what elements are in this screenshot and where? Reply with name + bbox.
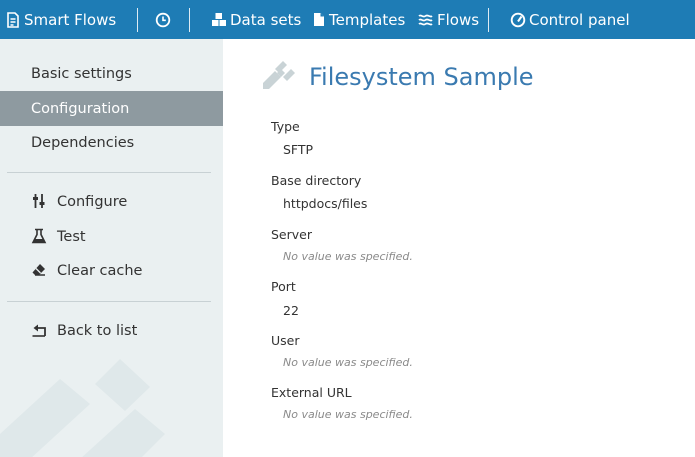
sidebar-tab-basic-settings[interactable]: Basic settings bbox=[0, 56, 223, 91]
nav-templates[interactable]: Templates bbox=[313, 0, 405, 39]
nav-separator bbox=[137, 8, 138, 32]
field-label-user: User bbox=[271, 333, 300, 348]
nav-data-sets[interactable]: Data sets bbox=[211, 0, 301, 39]
field-value-base-directory: httpdocs/files bbox=[283, 196, 368, 211]
sidebar: Basic settings Configuration Dependencie… bbox=[0, 39, 223, 457]
main-content: Filesystem Sample Type SFTP Base directo… bbox=[223, 39, 695, 457]
nav-separator bbox=[488, 8, 489, 32]
page-header: Filesystem Sample bbox=[259, 57, 534, 97]
nav-templates-label: Templates bbox=[329, 10, 406, 29]
nav-smart-flows[interactable]: Smart Flows bbox=[6, 0, 116, 39]
field-empty-server: No value was specified. bbox=[283, 250, 413, 263]
file-icon bbox=[313, 12, 325, 27]
nav-smart-flows-label: Smart Flows bbox=[24, 10, 117, 29]
sidebar-tab-label: Configuration bbox=[31, 100, 130, 117]
sidebar-tab-dependencies[interactable]: Dependencies bbox=[0, 125, 223, 160]
nav-control-panel-label: Control panel bbox=[529, 10, 630, 29]
document-flow-icon bbox=[6, 11, 20, 28]
sidebar-divider bbox=[7, 172, 211, 173]
field-empty-external-url: No value was specified. bbox=[283, 408, 413, 421]
sliders-icon bbox=[31, 193, 47, 209]
field-value-type: SFTP bbox=[283, 142, 314, 157]
sidebar-divider bbox=[7, 301, 211, 302]
plug-watermark-icon bbox=[0, 359, 165, 457]
eraser-icon bbox=[31, 262, 47, 278]
nav-flows[interactable]: Flows bbox=[418, 0, 479, 39]
back-arrow-icon bbox=[31, 322, 47, 338]
flask-icon bbox=[31, 228, 47, 244]
sidebar-back-to-list[interactable]: Back to list bbox=[0, 313, 223, 348]
sidebar-action-test[interactable]: Test bbox=[0, 219, 223, 254]
sidebar-tab-label: Dependencies bbox=[31, 134, 135, 151]
sidebar-tab-configuration[interactable]: Configuration bbox=[0, 91, 223, 126]
gauge-icon bbox=[510, 12, 526, 28]
sidebar-action-label: Clear cache bbox=[57, 262, 143, 279]
field-label-external-url: External URL bbox=[271, 385, 352, 400]
sidebar-back-label: Back to list bbox=[57, 322, 138, 339]
sidebar-action-label: Test bbox=[57, 228, 86, 245]
sidebar-action-label: Configure bbox=[57, 193, 128, 210]
cubes-icon bbox=[211, 12, 227, 27]
nav-history[interactable] bbox=[155, 0, 171, 39]
field-value-port: 22 bbox=[283, 303, 299, 318]
clock-icon bbox=[155, 12, 171, 28]
top-navigation-bar: Smart Flows Data sets Templates Flows Co… bbox=[0, 0, 695, 39]
field-label-base-directory: Base directory bbox=[271, 173, 362, 188]
page-title: Filesystem Sample bbox=[309, 63, 534, 91]
waves-icon bbox=[418, 13, 433, 27]
field-empty-user: No value was specified. bbox=[283, 356, 413, 369]
sidebar-action-configure[interactable]: Configure bbox=[0, 184, 223, 219]
sidebar-tab-label: Basic settings bbox=[31, 65, 132, 82]
field-label-port: Port bbox=[271, 279, 296, 294]
plug-icon bbox=[259, 57, 295, 97]
sidebar-action-clear-cache[interactable]: Clear cache bbox=[0, 253, 223, 288]
field-label-server: Server bbox=[271, 227, 312, 242]
nav-control-panel[interactable]: Control panel bbox=[510, 0, 630, 39]
nav-flows-label: Flows bbox=[437, 10, 480, 29]
nav-separator bbox=[189, 8, 190, 32]
field-label-type: Type bbox=[271, 119, 300, 134]
nav-data-sets-label: Data sets bbox=[230, 10, 302, 29]
